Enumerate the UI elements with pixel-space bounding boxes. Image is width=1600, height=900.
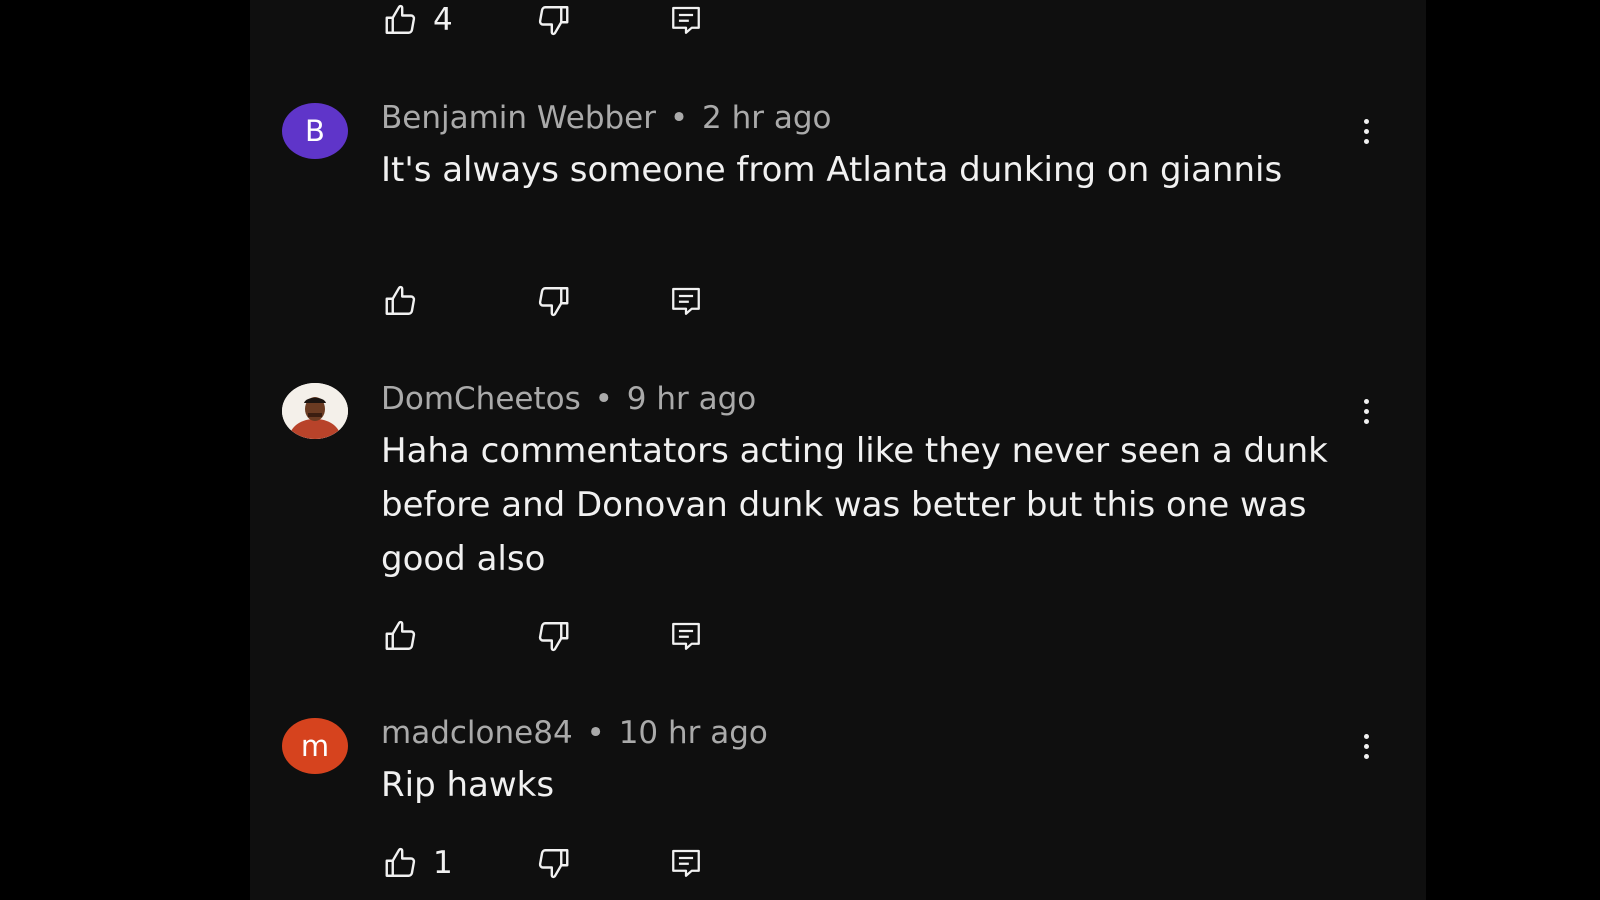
author-name[interactable]: DomCheetos xyxy=(381,381,581,417)
reply-button[interactable] xyxy=(669,281,703,321)
like-button[interactable] xyxy=(381,281,433,321)
comment-time: 2 hr ago xyxy=(702,100,832,136)
thumbs-up-icon xyxy=(385,847,416,877)
comment-header: madclone84 • 10 hr ago xyxy=(381,715,768,751)
comment-text: Rip hawks xyxy=(381,765,555,805)
thumbs-down-icon xyxy=(538,287,569,317)
dislike-button[interactable] xyxy=(533,281,573,321)
reply-button[interactable] xyxy=(669,843,703,883)
dislike-button[interactable] xyxy=(533,843,573,883)
comment-header: Benjamin Webber • 2 hr ago xyxy=(381,100,831,136)
comment-time: 9 hr ago xyxy=(626,381,757,417)
avatar-letter: B xyxy=(305,114,325,148)
like-count: 1 xyxy=(433,845,453,881)
dislike-button[interactable] xyxy=(533,616,573,656)
comment-header: DomCheetos • 9 hr ago xyxy=(381,381,756,417)
comment-text: It's always someone from Atlanta dunking… xyxy=(381,150,1283,190)
more-vertical-icon xyxy=(1363,398,1369,404)
more-options-button[interactable] xyxy=(1356,111,1376,151)
like-button[interactable] xyxy=(381,616,433,656)
thumbs-down-icon xyxy=(538,622,569,652)
like-button[interactable]: 1 xyxy=(381,843,453,883)
author-name[interactable]: Benjamin Webber xyxy=(381,100,656,136)
avatar-letter: m xyxy=(300,729,330,763)
reply-button[interactable] xyxy=(669,616,703,656)
comment-text: Haha commentators acting like they never… xyxy=(381,431,1328,579)
thumbs-down-icon xyxy=(538,849,569,879)
separator-dot: • xyxy=(586,715,605,751)
thumbs-up-icon xyxy=(385,620,416,650)
comment-time: 10 hr ago xyxy=(618,715,768,751)
reply-comment-icon xyxy=(672,622,700,650)
thumbs-up-icon xyxy=(385,285,416,315)
separator-dot: • xyxy=(669,100,689,136)
user-photo-icon xyxy=(282,383,348,439)
dislike-button[interactable] xyxy=(533,0,573,40)
like-button[interactable]: 4 xyxy=(381,0,453,40)
thumbs-up-icon xyxy=(385,4,416,34)
author-name[interactable]: madclone84 xyxy=(381,715,573,751)
more-options-button[interactable] xyxy=(1356,391,1376,431)
reply-comment-icon xyxy=(672,849,700,877)
like-count: 4 xyxy=(433,2,453,38)
reply-comment-icon xyxy=(672,287,700,315)
more-vertical-icon xyxy=(1363,733,1369,739)
reply-comment-icon xyxy=(672,6,700,34)
thumbs-down-icon xyxy=(538,6,569,36)
separator-dot: • xyxy=(594,381,613,417)
comments-panel[interactable]: 4 B Benjamin Webber • 2 hr ago It's alwa… xyxy=(250,0,1426,900)
avatar[interactable]: m xyxy=(282,718,348,774)
more-vertical-icon xyxy=(1363,118,1369,124)
reply-button[interactable] xyxy=(669,0,703,40)
more-options-button[interactable] xyxy=(1356,726,1376,766)
avatar[interactable]: B xyxy=(282,103,348,159)
avatar[interactable] xyxy=(282,383,348,439)
